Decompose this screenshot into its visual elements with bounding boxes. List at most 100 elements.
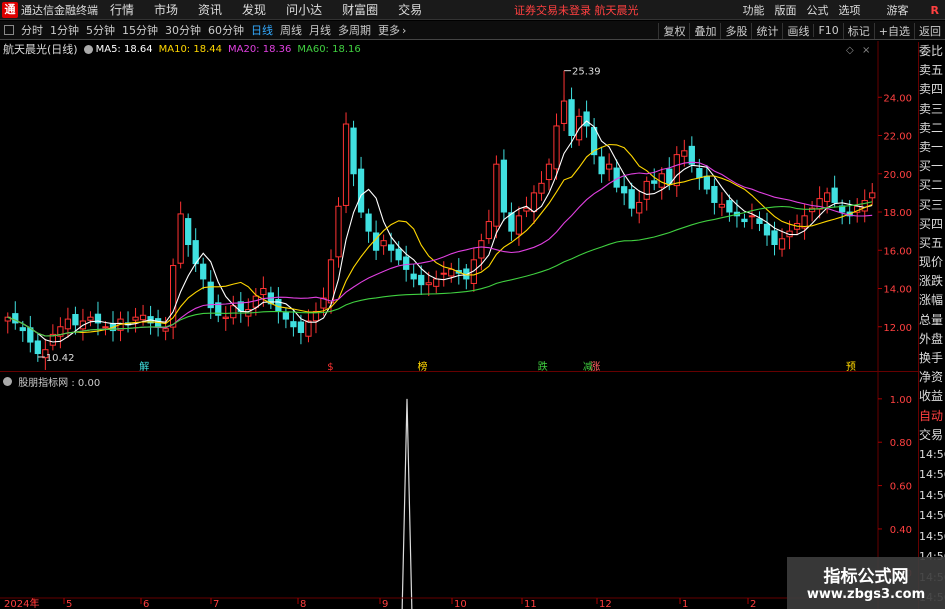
quote-field-label[interactable]: 交易 <box>919 426 945 445</box>
menu-formula[interactable]: 公式 <box>807 2 829 18</box>
tab-30min[interactable]: 30分钟 <box>165 22 201 38</box>
chart-x-icon[interactable]: × <box>862 45 870 56</box>
sub-y-tick-label: 0.40 <box>890 525 912 536</box>
candle-body <box>410 273 417 280</box>
candle-body <box>763 223 771 236</box>
trade-time: 14:56 <box>919 447 945 461</box>
chart-close-icon[interactable]: ◇ <box>846 45 854 56</box>
tab-more[interactable]: 更多 <box>378 22 400 38</box>
adjust-button[interactable]: 复权 <box>658 22 689 39</box>
back-button[interactable]: 返回 <box>914 22 945 39</box>
quote-field-label: 净资 <box>919 370 944 385</box>
candlestick-chart[interactable]: 24.00 22.00 20.00 18.00 16.00 14.00 12.00 解 $ 榜 跌… <box>0 41 918 371</box>
candle-body <box>200 263 207 280</box>
tab-timeshare[interactable]: 分时 <box>21 22 43 38</box>
quote-field-label: 买三 <box>919 197 944 212</box>
candle-body <box>726 200 733 213</box>
menu-r[interactable]: R <box>931 4 939 17</box>
watermark-title: 指标公式网 <box>823 567 909 587</box>
tab-weekly[interactable]: 周线 <box>280 22 302 38</box>
tab-1min[interactable]: 1分钟 <box>50 22 79 38</box>
candle-body <box>831 187 838 203</box>
toolbar-grid-icon[interactable] <box>4 25 14 35</box>
candle-body <box>696 167 703 179</box>
quote-field-label: 现价 <box>919 255 944 270</box>
candle-body <box>545 163 553 181</box>
watermark-url: www.zbgs3.com <box>806 587 926 602</box>
menu-quotes[interactable]: 行情 <box>110 1 134 18</box>
x-tick-label: 9 <box>382 599 388 609</box>
candle-body <box>628 189 635 209</box>
trade-time: 14:56 <box>919 488 945 502</box>
tab-daily[interactable]: 日线 <box>251 22 273 38</box>
menu-wealth[interactable]: 财富圈 <box>342 1 378 18</box>
quote-field-label[interactable]: 自动 <box>919 407 945 426</box>
candle-body <box>433 278 440 287</box>
quote-field-label: 涨幅 <box>919 293 944 308</box>
quote-field-label: 卖二 <box>919 120 944 135</box>
candle-body <box>162 328 169 332</box>
tab-5min[interactable]: 5分钟 <box>86 22 115 38</box>
event-marker[interactable]: 涨 <box>590 361 600 371</box>
menu-news[interactable]: 资讯 <box>198 1 222 18</box>
tab-multiperiod[interactable]: 多周期 <box>338 22 371 38</box>
candle-body <box>335 205 342 258</box>
tab-60min[interactable]: 60分钟 <box>208 22 244 38</box>
login-notice: 证券交易未登录 航天晨光 <box>514 3 639 17</box>
f10-button[interactable]: F10 <box>813 24 842 37</box>
event-marker[interactable]: 榜 <box>417 360 427 371</box>
candle-body <box>139 314 147 321</box>
menu-market[interactable]: 市场 <box>154 1 178 18</box>
x-tick-label: 11 <box>524 599 537 609</box>
candle-body <box>756 218 763 224</box>
ma10-line <box>7 143 873 337</box>
add-watchlist-button[interactable]: +自选 <box>873 22 914 39</box>
candle-body <box>290 321 297 328</box>
event-marker[interactable]: 预 <box>846 361 856 371</box>
menu-right-group: 功能 版面 公式 选项 游客 R <box>733 0 939 20</box>
candle-body <box>102 326 109 329</box>
y-tick-label: 18.00 <box>883 208 912 219</box>
quote-field-label: 买二 <box>919 178 944 193</box>
overlay-button[interactable]: 叠加 <box>689 22 720 39</box>
draw-line-button[interactable]: 画线 <box>782 22 813 39</box>
event-marker[interactable]: 解 <box>139 360 149 371</box>
multi-stock-button[interactable]: 多股 <box>720 22 751 39</box>
candle-body <box>72 314 79 326</box>
candle-body <box>380 240 387 247</box>
candle-body <box>87 316 94 321</box>
mark-button[interactable]: 标记 <box>842 22 874 39</box>
candle-body <box>260 288 267 296</box>
tab-monthly[interactable]: 月线 <box>309 22 331 38</box>
app-name: 通达信金融终端 <box>21 3 98 17</box>
menu-layout[interactable]: 版面 <box>775 2 797 18</box>
menu-function[interactable]: 功能 <box>743 2 765 18</box>
candle-body <box>19 327 26 332</box>
candle-body <box>395 248 402 261</box>
indicator-chart[interactable]: 1.000.800.600.400.20 2024年5678910111212 <box>0 372 918 609</box>
menu-trade[interactable]: 交易 <box>398 1 422 18</box>
candle-body <box>861 200 868 212</box>
tab-15min[interactable]: 15分钟 <box>122 22 158 38</box>
menu-options[interactable]: 选项 <box>839 2 861 18</box>
min-price-label: 10.42 <box>46 353 75 364</box>
candle-body <box>403 256 410 270</box>
candle-body <box>666 168 673 184</box>
event-marker[interactable]: 跌 <box>538 360 548 371</box>
quote-field-label: 卖五 <box>919 63 944 78</box>
event-marker[interactable]: $ <box>327 362 333 371</box>
candle-body <box>448 268 455 277</box>
candle-body <box>530 192 538 213</box>
sub-y-tick-label: 0.60 <box>890 482 912 493</box>
candle-body <box>681 150 688 157</box>
chevron-right-icon[interactable]: › <box>402 24 406 37</box>
menu-guest[interactable]: 游客 <box>887 2 909 18</box>
candle-body <box>598 156 605 175</box>
menu-ask[interactable]: 问小达 <box>286 1 322 18</box>
menu-discover[interactable]: 发现 <box>242 1 266 18</box>
quote-field-label: 卖四 <box>919 82 944 97</box>
stats-button[interactable]: 统计 <box>751 22 782 39</box>
x-tick-label: 2024年 <box>4 597 39 609</box>
candle-body <box>568 99 575 136</box>
indicator-line <box>401 398 413 609</box>
